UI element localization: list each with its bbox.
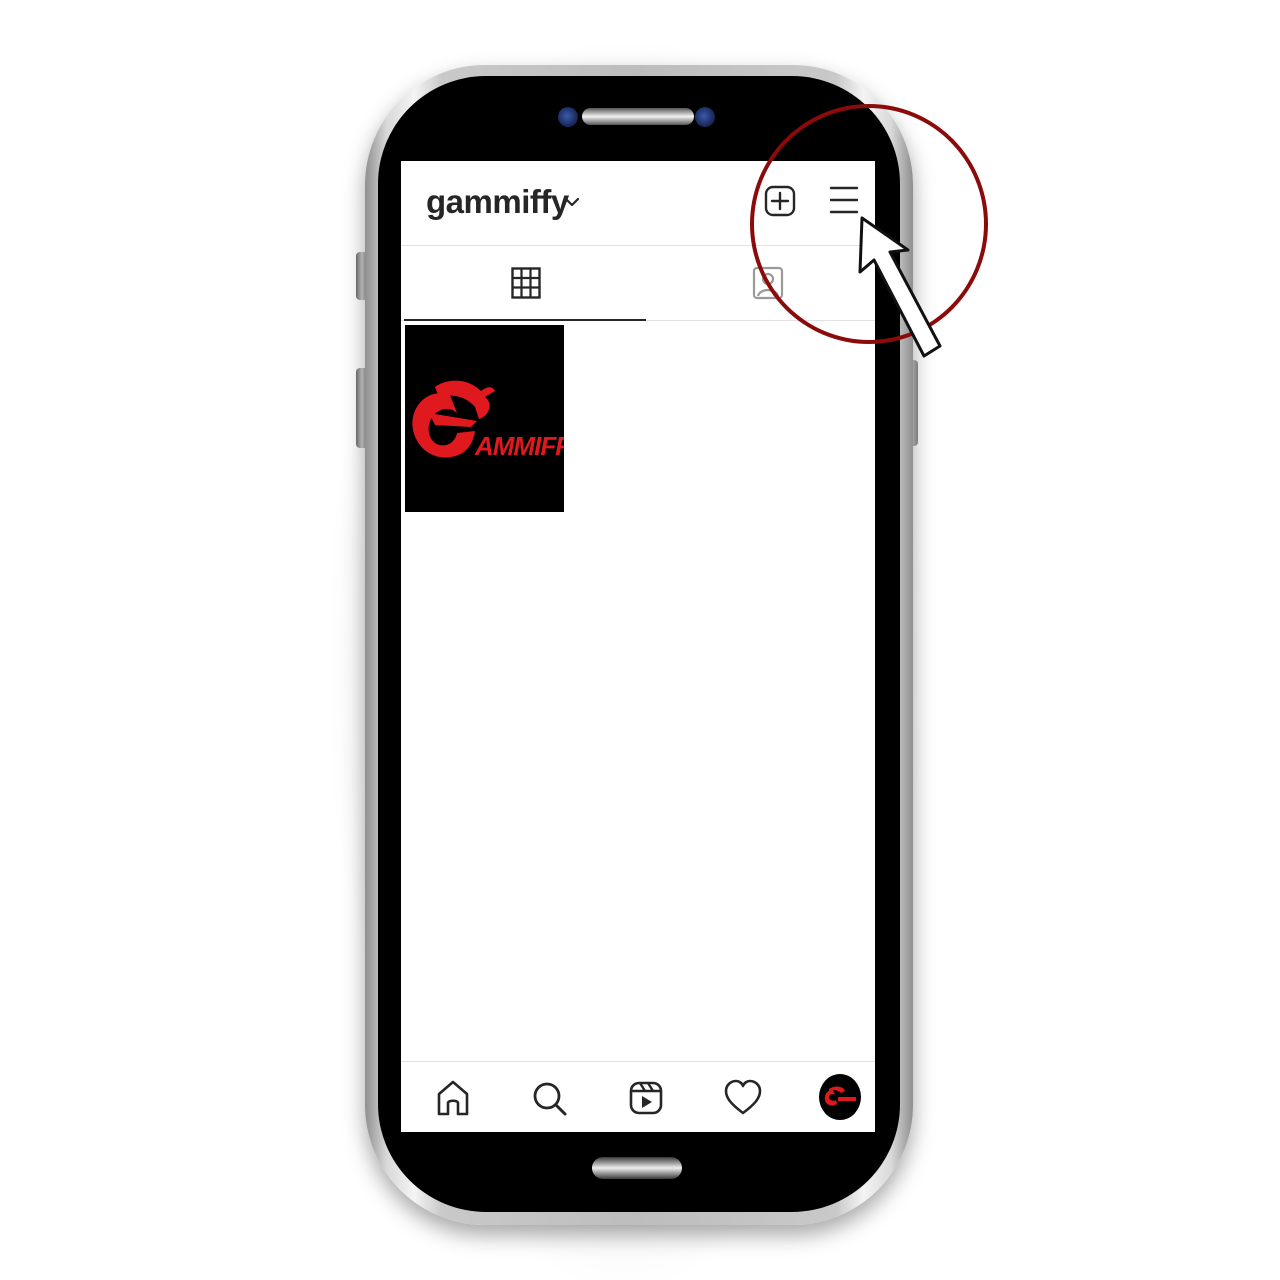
reels-icon[interactable]	[626, 1078, 666, 1118]
logo-text: AMMIFFY	[474, 431, 564, 461]
tab-grid[interactable]	[401, 246, 646, 321]
tab-selected-indicator	[404, 319, 646, 321]
gammiffy-logo: AMMIFFY	[412, 380, 564, 461]
pointer-arrow-icon	[858, 216, 942, 358]
earpiece-speaker	[582, 108, 694, 125]
front-camera	[558, 107, 578, 127]
chevron-down-icon[interactable]	[565, 197, 579, 207]
proximity-sensor	[695, 107, 715, 127]
grid-icon	[511, 267, 541, 299]
bottom-navigation	[401, 1061, 875, 1132]
home-icon[interactable]	[433, 1078, 473, 1118]
post-thumbnail[interactable]: AMMIFFY	[405, 325, 564, 512]
home-hardware-button	[592, 1157, 682, 1179]
avatar-logo-icon	[824, 1086, 856, 1106]
avatar[interactable]	[819, 1074, 861, 1120]
search-icon[interactable]	[529, 1078, 569, 1118]
username-label[interactable]: gammiffy	[426, 183, 569, 221]
heart-icon[interactable]	[723, 1078, 763, 1118]
